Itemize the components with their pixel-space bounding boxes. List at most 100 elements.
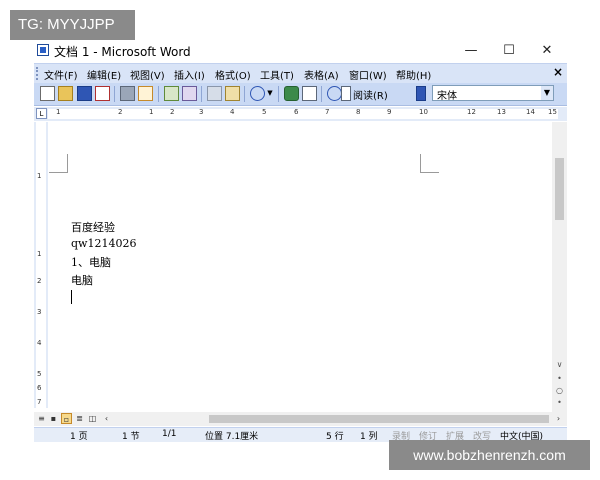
- menu-file[interactable]: 文件(F): [44, 67, 78, 82]
- research-icon[interactable]: [182, 86, 197, 101]
- minimize-button[interactable]: —: [452, 40, 490, 62]
- copy-icon[interactable]: [207, 86, 222, 101]
- ruler-label: 1: [56, 108, 61, 116]
- toolbar-separator: [114, 86, 115, 102]
- word-window: 文档 1 - Microsoft Word — ☐ ✕ 文件(F) 编辑(E) …: [34, 40, 567, 442]
- ruler-label: 1: [149, 108, 154, 116]
- print-icon[interactable]: [120, 86, 135, 101]
- status-page: 1 页: [70, 432, 88, 442]
- menu-table[interactable]: 表格(A): [304, 67, 339, 82]
- window-title: 文档 1 - Microsoft Word: [54, 45, 191, 59]
- permission-icon[interactable]: [95, 86, 110, 101]
- vertical-scrollbar[interactable]: ∨ • ○ •: [552, 122, 567, 412]
- tab-selector-icon[interactable]: L: [36, 108, 47, 119]
- vertical-ruler-label: 7: [37, 398, 42, 406]
- vertical-ruler-label: 1: [37, 250, 42, 258]
- status-line: 5 行: [326, 432, 344, 442]
- horizontal-ruler[interactable]: L 1 2 1 2 3 4 5 6 7 8 9 10 12 13 14 15: [34, 107, 567, 121]
- reading-button[interactable]: 阅读(R): [353, 87, 388, 102]
- status-position: 位置 7.1厘米: [205, 432, 259, 442]
- print-preview-icon[interactable]: [138, 86, 153, 101]
- vertical-ruler-track: 1 1 2 3 4 5 6 7: [36, 122, 46, 408]
- undo-dropdown-icon[interactable]: ▼: [266, 86, 274, 101]
- menu-insert[interactable]: 插入(I): [174, 67, 205, 82]
- ruler-label: 8: [356, 108, 361, 116]
- ruler-label: 7: [325, 108, 330, 116]
- document-line: qw1214026: [71, 237, 137, 250]
- ruler-label: 6: [294, 108, 299, 116]
- outline-view-icon[interactable]: ≣: [74, 413, 85, 424]
- ruler-label: 12: [467, 108, 476, 116]
- reading-layout-icon[interactable]: [341, 86, 351, 101]
- vertical-ruler-label: 5: [37, 370, 42, 378]
- scroll-right-icon[interactable]: ›: [553, 413, 564, 424]
- font-select[interactable]: 宋体 ▼: [432, 85, 554, 102]
- web-view-icon[interactable]: ▪: [48, 413, 59, 424]
- menu-edit[interactable]: 编辑(E): [87, 67, 121, 82]
- browse-object-icon[interactable]: ○: [552, 386, 567, 395]
- status-section: 1 节: [122, 432, 140, 442]
- word-document-icon: [37, 44, 49, 56]
- style-icon[interactable]: [416, 86, 426, 101]
- print-layout-icon[interactable]: ▫: [61, 413, 72, 424]
- menu-window[interactable]: 窗口(W): [349, 67, 387, 82]
- ruler-label: 9: [387, 108, 392, 116]
- ruler-label: 2: [118, 108, 123, 116]
- table-icon[interactable]: [302, 86, 317, 101]
- menu-bar: 文件(F) 编辑(E) 视图(V) 插入(I) 格式(O) 工具(T) 表格(A…: [34, 63, 567, 83]
- ruler-label: 10: [419, 108, 428, 116]
- spelling-icon[interactable]: [164, 86, 179, 101]
- help-icon[interactable]: [327, 86, 342, 101]
- save-icon[interactable]: [77, 86, 92, 101]
- font-select-value: 宋体: [437, 91, 457, 102]
- close-button[interactable]: ✕: [528, 40, 566, 62]
- ruler-label: 3: [199, 108, 204, 116]
- vertical-ruler-label: 4: [37, 339, 42, 347]
- toolbar-separator: [321, 86, 322, 102]
- maximize-button[interactable]: ☐: [490, 40, 528, 62]
- watermark-top: TG: MYYJJPP: [10, 10, 135, 40]
- ruler-label: 14: [526, 108, 535, 116]
- normal-view-icon[interactable]: ≡: [36, 413, 47, 424]
- toolbar-separator: [158, 86, 159, 102]
- ruler-label: 2: [170, 108, 175, 116]
- toolbar-separator: [278, 86, 279, 102]
- ruler-label: 13: [497, 108, 506, 116]
- toolbar-separator: [201, 86, 202, 102]
- text-caret: [71, 290, 72, 304]
- menu-format[interactable]: 格式(O): [215, 67, 251, 82]
- menu-view[interactable]: 视图(V): [130, 67, 165, 82]
- horizontal-scrollbar[interactable]: ≡ ▪ ▫ ≣ ◫ ‹ ›: [34, 412, 567, 426]
- menu-help[interactable]: 帮助(H): [396, 67, 431, 82]
- status-page-of: 1/1: [162, 429, 177, 439]
- status-column: 1 列: [360, 432, 378, 442]
- ruler-label: 5: [262, 108, 267, 116]
- next-page-icon[interactable]: •: [552, 398, 567, 407]
- document-close-icon[interactable]: ×: [553, 65, 563, 79]
- vertical-scroll-thumb[interactable]: [555, 158, 564, 220]
- hyperlink-icon[interactable]: [284, 86, 299, 101]
- menu-tools[interactable]: 工具(T): [260, 67, 294, 82]
- ruler-label: 4: [230, 108, 235, 116]
- undo-icon[interactable]: [250, 86, 265, 101]
- reading-view-icon[interactable]: ◫: [87, 413, 98, 424]
- vertical-ruler-label: 6: [37, 384, 42, 392]
- toolbar-separator: [244, 86, 245, 102]
- document-line: 百度经验: [71, 221, 115, 234]
- vertical-ruler-label: 2: [37, 277, 42, 285]
- vertical-ruler-label: 3: [37, 308, 42, 316]
- new-document-icon[interactable]: [40, 86, 55, 101]
- scroll-left-icon[interactable]: ‹: [101, 413, 112, 424]
- scroll-down-icon[interactable]: ∨: [552, 360, 567, 369]
- paste-icon[interactable]: [225, 86, 240, 101]
- horizontal-scroll-thumb[interactable]: [209, 415, 549, 423]
- document-area[interactable]: 百度经验 qw1214026 1、电脑 电脑: [49, 122, 552, 408]
- menubar-grip-icon[interactable]: [36, 67, 41, 80]
- vertical-ruler[interactable]: 1 1 2 3 4 5 6 7: [34, 122, 48, 408]
- previous-page-icon[interactable]: •: [552, 374, 567, 383]
- open-folder-icon[interactable]: [58, 86, 73, 101]
- font-dropdown-icon[interactable]: ▼: [541, 86, 553, 100]
- crop-mark-right: [420, 154, 439, 173]
- standard-toolbar: ▼ 阅读(R) 宋体 ▼: [34, 83, 567, 106]
- title-bar: 文档 1 - Microsoft Word — ☐ ✕: [34, 40, 567, 62]
